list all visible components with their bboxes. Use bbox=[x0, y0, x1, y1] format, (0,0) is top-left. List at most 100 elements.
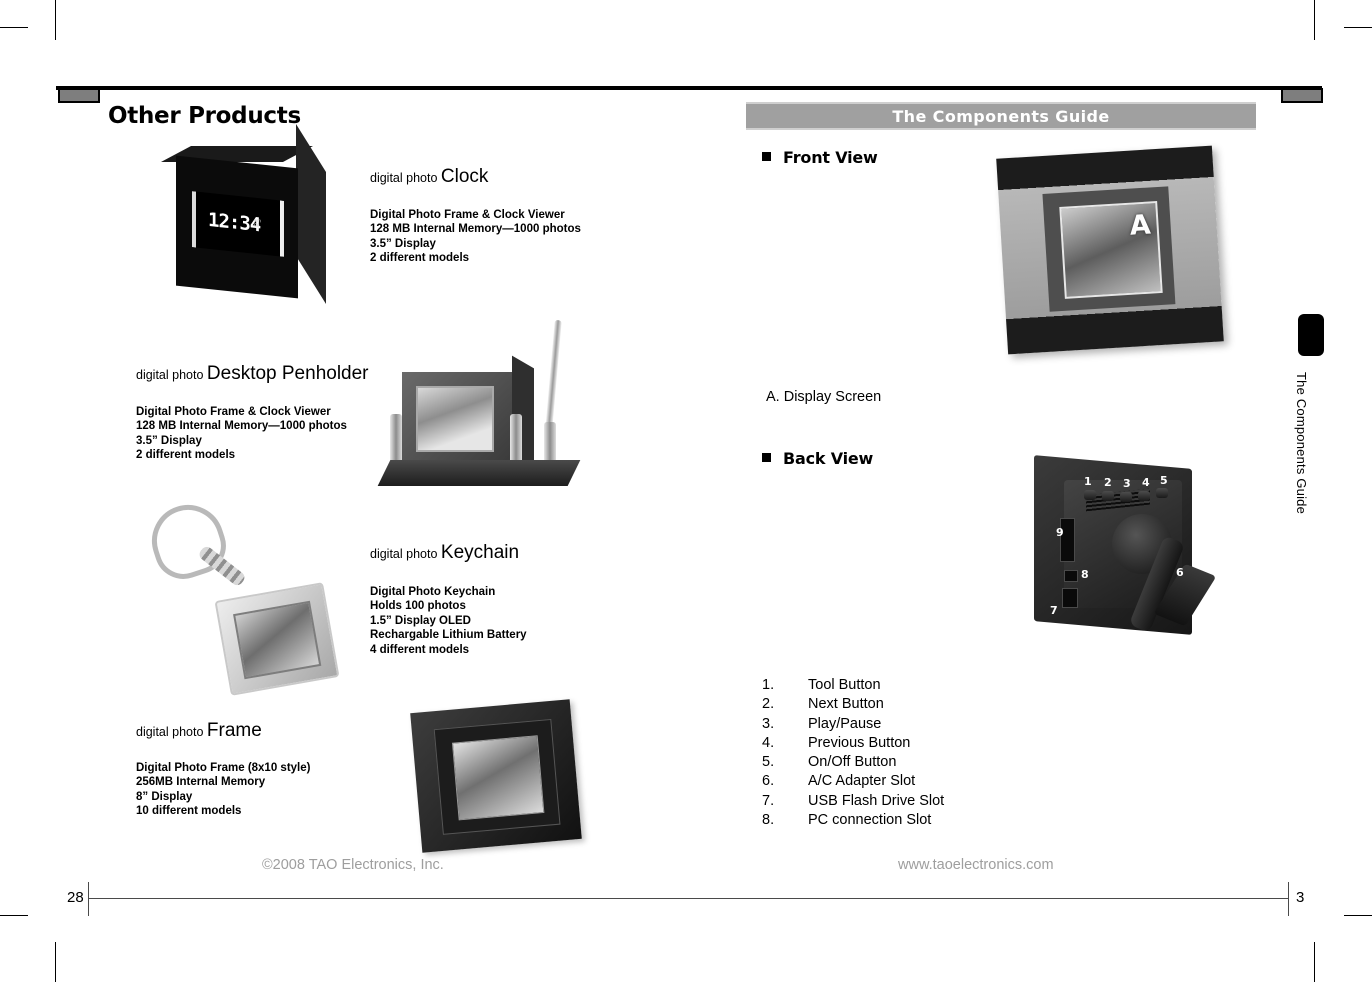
side-tab-marker bbox=[1298, 314, 1324, 356]
spec-line: 10 different models bbox=[136, 805, 242, 818]
back-view-image: 1 2 3 4 5 6 7 8 9 bbox=[1028, 455, 1228, 658]
front-view-heading: Front View bbox=[762, 148, 878, 167]
callout-7: 7 bbox=[1050, 604, 1058, 617]
product-image-clock: 12:34 am 06 bbox=[160, 123, 330, 314]
spec-line: 1.5” Display OLED bbox=[370, 614, 471, 627]
legend-item: 5. On/Off Button bbox=[762, 753, 944, 772]
crop-mark-bottom-right bbox=[1314, 942, 1315, 982]
legend-label: USB Flash Drive Slot bbox=[808, 792, 945, 809]
footer-tick-right bbox=[1288, 882, 1289, 916]
product-specs-frame: Digital Photo Frame (8x10 style) 256MB I… bbox=[136, 761, 310, 819]
product-name: Clock bbox=[440, 166, 489, 187]
callout-1: 1 bbox=[1084, 475, 1092, 488]
product-prefix: digital photo bbox=[136, 725, 204, 739]
callout-4: 4 bbox=[1142, 476, 1150, 489]
spec-line: 4 different models bbox=[370, 643, 470, 656]
legend-label: On/Off Button bbox=[808, 754, 897, 771]
spec-line: 128 MB Internal Memory—1000 photos bbox=[136, 420, 347, 433]
product-name: Frame bbox=[206, 720, 262, 741]
product-title-clock: digital photo Clock bbox=[370, 166, 488, 188]
clock-display-time: 12:34 bbox=[208, 208, 261, 237]
legend-number: 2. bbox=[762, 696, 775, 713]
legend-item: 2. Next Button bbox=[762, 695, 944, 714]
product-specs-desktop-penholder: Digital Photo Frame & Clock Viewer 128 M… bbox=[136, 405, 347, 463]
legend-label: Next Button bbox=[808, 696, 884, 713]
square-bullet-icon bbox=[762, 453, 771, 462]
page-number-left: 28 bbox=[67, 889, 84, 906]
crop-mark-top-right bbox=[1314, 0, 1315, 40]
right-page-marker-chip bbox=[1281, 88, 1323, 103]
footer-rule bbox=[88, 898, 1288, 899]
legend-number: 3. bbox=[762, 715, 775, 732]
legend-label: Tool Button bbox=[808, 677, 881, 693]
left-page-marker-chip bbox=[58, 88, 100, 103]
legend-number: 1. bbox=[762, 677, 775, 693]
product-specs-clock: Digital Photo Frame & Clock Viewer 128 M… bbox=[370, 208, 581, 266]
side-tab-label: The Components Guide bbox=[1294, 372, 1309, 515]
crop-mark-left-bottom bbox=[0, 915, 28, 916]
legend-item: 3. Play/Pause bbox=[762, 715, 944, 734]
callout-9: 9 bbox=[1056, 526, 1064, 539]
product-image-frame bbox=[410, 699, 592, 857]
spec-line: 256MB Internal Memory bbox=[136, 776, 266, 789]
legend-item: 8. PC connection Slot bbox=[762, 811, 944, 830]
page-number-right: 3 bbox=[1296, 889, 1305, 906]
legend-item: 4. Previous Button bbox=[762, 734, 944, 753]
section-banner-title: The Components Guide bbox=[892, 106, 1110, 126]
crop-mark-top-left bbox=[55, 0, 56, 40]
back-view-heading-label: Back View bbox=[783, 449, 874, 468]
product-prefix: digital photo bbox=[136, 368, 204, 382]
back-view-legend: 1. Tool Button 2. Next Button 3. Play/Pause… bbox=[762, 676, 944, 830]
legend-number: 4. bbox=[762, 734, 775, 751]
section-banner: The Components Guide bbox=[746, 102, 1256, 130]
callout-5: 5 bbox=[1160, 474, 1168, 487]
spec-line: Digital Photo Frame (8x10 style) bbox=[136, 762, 311, 774]
front-view-caption: A. Display Screen bbox=[766, 389, 882, 405]
product-prefix: digital photo bbox=[370, 171, 438, 185]
spec-line: 3.5” Display bbox=[136, 434, 202, 447]
callout-3: 3 bbox=[1123, 477, 1131, 490]
legend-label: PC connection Slot bbox=[808, 812, 932, 829]
legend-number: 5. bbox=[762, 754, 775, 771]
product-title-keychain: digital photo Keychain bbox=[370, 542, 519, 564]
callout-2: 2 bbox=[1104, 476, 1112, 489]
spec-line: 3.5” Display bbox=[370, 237, 436, 250]
crop-mark-bottom-left bbox=[55, 942, 56, 982]
product-specs-keychain: Digital Photo Keychain Holds 100 photos … bbox=[370, 585, 527, 657]
page-title: Other Products bbox=[108, 103, 301, 130]
spec-line: Digital Photo Frame & Clock Viewer bbox=[370, 209, 565, 221]
legend-number: 8. bbox=[762, 812, 775, 829]
spec-line: Digital Photo Keychain bbox=[370, 586, 496, 598]
product-title-frame: digital photo Frame bbox=[136, 720, 262, 742]
page-top-rule bbox=[56, 86, 1322, 90]
spec-line: 128 MB Internal Memory—1000 photos bbox=[370, 223, 581, 236]
legend-label: A/C Adapter Slot bbox=[808, 773, 916, 790]
product-name: Desktop Penholder bbox=[206, 363, 369, 384]
copyright-text: ©2008 TAO Electronics, Inc. bbox=[262, 857, 444, 873]
spec-line: Rechargable Lithium Battery bbox=[370, 629, 527, 642]
front-view-photo-label: A bbox=[1128, 209, 1152, 242]
product-image-desktop-penholder bbox=[377, 318, 584, 508]
product-image-keychain bbox=[142, 495, 348, 696]
legend-number: 7. bbox=[762, 792, 775, 809]
back-view-heading: Back View bbox=[762, 449, 873, 468]
footer-tick-left bbox=[88, 882, 89, 916]
product-name: Keychain bbox=[440, 542, 520, 563]
square-bullet-icon bbox=[762, 152, 771, 161]
legend-item: 1. Tool Button bbox=[762, 676, 944, 695]
callout-8: 8 bbox=[1081, 568, 1089, 581]
product-title-desktop-penholder: digital photo Desktop Penholder bbox=[136, 363, 369, 385]
spec-line: 2 different models bbox=[370, 252, 470, 265]
legend-item: 7. USB Flash Drive Slot bbox=[762, 792, 944, 811]
legend-item: 6. A/C Adapter Slot bbox=[762, 772, 944, 791]
website-url: www.taoelectronics.com bbox=[898, 857, 1054, 873]
legend-label: Previous Button bbox=[808, 734, 911, 751]
front-view-image: A bbox=[996, 145, 1230, 356]
callout-6: 6 bbox=[1176, 566, 1184, 579]
spec-line: Holds 100 photos bbox=[370, 600, 466, 613]
crop-mark-left-top bbox=[0, 27, 28, 28]
product-prefix: digital photo bbox=[370, 547, 438, 561]
crop-mark-right-bottom bbox=[1344, 915, 1372, 916]
spec-line: Digital Photo Frame & Clock Viewer bbox=[136, 406, 331, 418]
legend-number: 6. bbox=[762, 773, 775, 790]
